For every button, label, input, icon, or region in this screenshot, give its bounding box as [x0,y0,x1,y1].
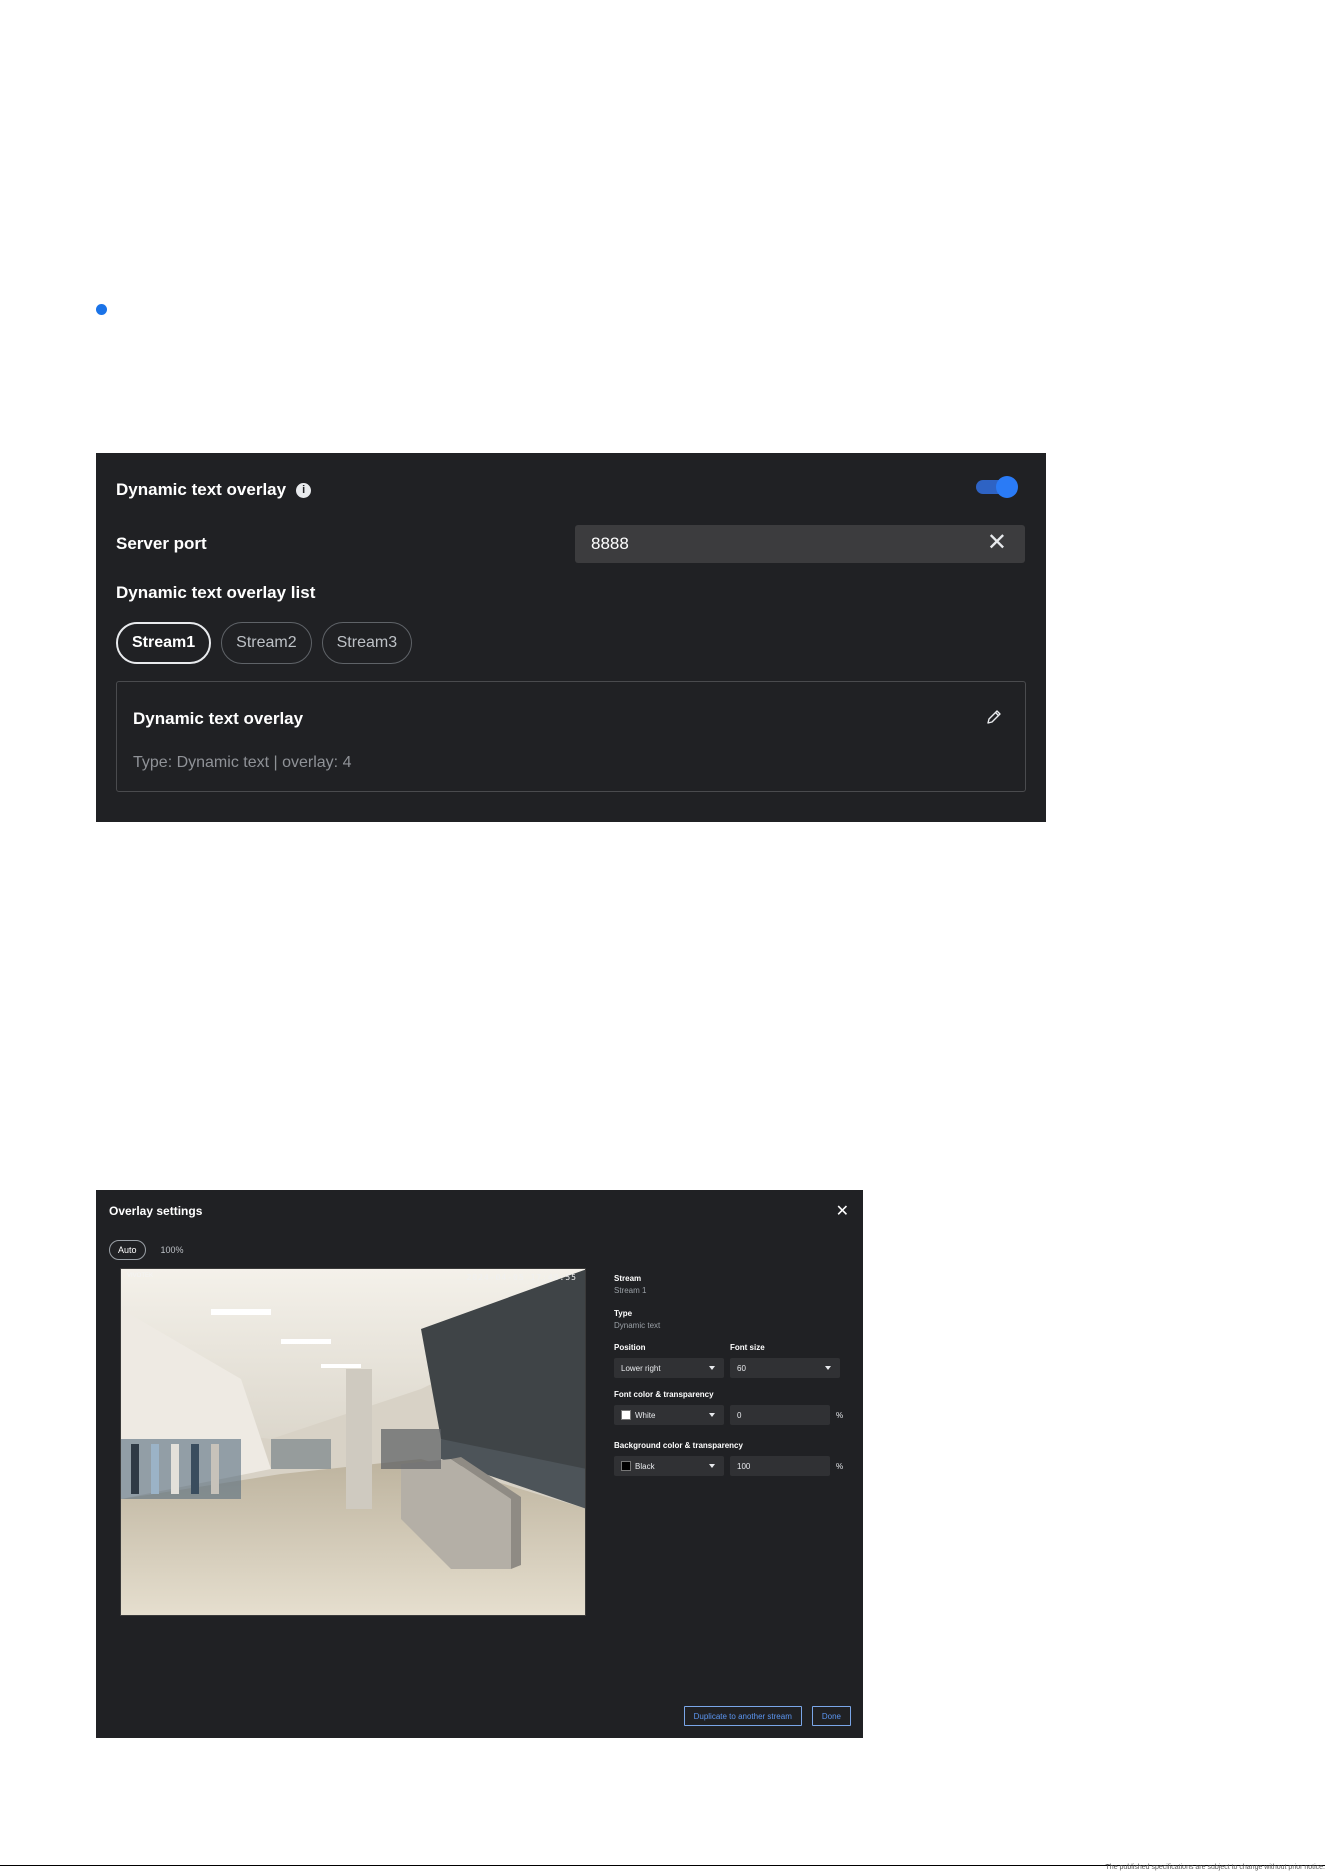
stream-tabs: Stream1 Stream2 Stream3 [116,622,413,664]
dynamic-text-overlay-panel: Dynamic text overlay i Server port 8888 … [96,453,1046,822]
position-label: Position [614,1343,646,1352]
type-label: Type [614,1309,633,1318]
chevron-down-icon [825,1366,831,1370]
clear-icon[interactable]: ✕ [987,531,1007,555]
footer-text: The published specifications are subject… [1105,1864,1325,1871]
stream-value: Stream 1 [614,1286,647,1295]
panel-title-text: Dynamic text overlay [116,480,287,499]
toggle-knob [996,476,1018,498]
type-value: Dynamic text [614,1321,661,1330]
tab-stream2[interactable]: Stream2 [221,622,312,664]
server-port-input[interactable]: 8888 ✕ [575,525,1025,563]
server-port-value: 8888 [591,534,629,553]
font-transparency-value: 0 [737,1410,742,1420]
bg-color-value: Black [635,1461,655,1471]
stream-label: Stream [614,1274,642,1283]
overlay-list-label: Dynamic text overlay list [116,583,316,602]
store-scene-image [121,1269,585,1615]
tab-stream3[interactable]: Stream3 [321,622,413,664]
black-swatch [621,1461,631,1471]
chevron-down-icon [709,1464,715,1468]
overlay-card: Dynamic text overlay Type: Dynamic text … [116,681,1026,792]
page: Dynamic text overlay i Server port 8888 … [0,0,1325,1872]
done-button[interactable]: Done [811,1706,851,1726]
server-port-label: Server port [116,534,207,553]
percent-unit: % [836,1410,844,1420]
chevron-down-icon [709,1366,715,1370]
bullet-dot [96,304,107,315]
position-value: Lower right [621,1363,661,1373]
white-swatch [621,1410,631,1420]
card-subtitle: Type: Dynamic text | overlay: 4 [133,754,352,771]
bg-color-select[interactable]: Black [614,1456,724,1476]
tab-stream1[interactable]: Stream1 [116,622,212,664]
chevron-down-icon [709,1413,715,1417]
bg-transparency-input[interactable]: 100 [730,1456,830,1476]
panel-title: Dynamic text overlay i [116,480,312,500]
position-select[interactable]: Lower right [614,1358,724,1378]
overlay-settings-dialog: Overlay settings ✕ Auto 100% VIVOTEK 202… [96,1190,863,1738]
duplicate-button[interactable]: Duplicate to another stream [683,1706,802,1726]
bg-color-label: Background color & transparency [614,1441,743,1450]
font-color-select[interactable]: White [614,1405,724,1425]
camera-preview: VIVOTEK 2024-04-05 17:48:55 [120,1268,586,1616]
font-size-value: 60 [737,1363,746,1373]
dialog-title: Overlay settings [109,1204,203,1218]
preview-timestamp: 2024-04-05 17:48:55 [466,1273,577,1282]
info-icon[interactable]: i [296,482,312,498]
font-color-value: White [635,1410,656,1420]
zoom-selector: Auto 100% [109,1240,193,1260]
card-title: Dynamic text overlay [133,709,304,728]
pencil-icon[interactable] [985,708,1003,726]
font-size-label: Font size [730,1343,765,1352]
close-icon[interactable]: ✕ [836,1201,849,1221]
font-transparency-input[interactable]: 0 [730,1405,830,1425]
overlay-toggle[interactable] [976,476,1018,498]
font-color-label: Font color & transparency [614,1390,714,1399]
overlay-fields: Stream Stream 1 Type Dynamic text Positi… [614,1274,844,1476]
preview-watermark: VIVOTEK [127,1273,154,1279]
font-size-select[interactable]: 60 [730,1358,840,1378]
dialog-actions: Duplicate to another stream Done [683,1706,851,1726]
percent-unit: % [836,1461,844,1471]
bg-transparency-value: 100 [737,1461,751,1471]
zoom-auto[interactable]: Auto [109,1240,146,1260]
zoom-100[interactable]: 100% [152,1240,193,1260]
